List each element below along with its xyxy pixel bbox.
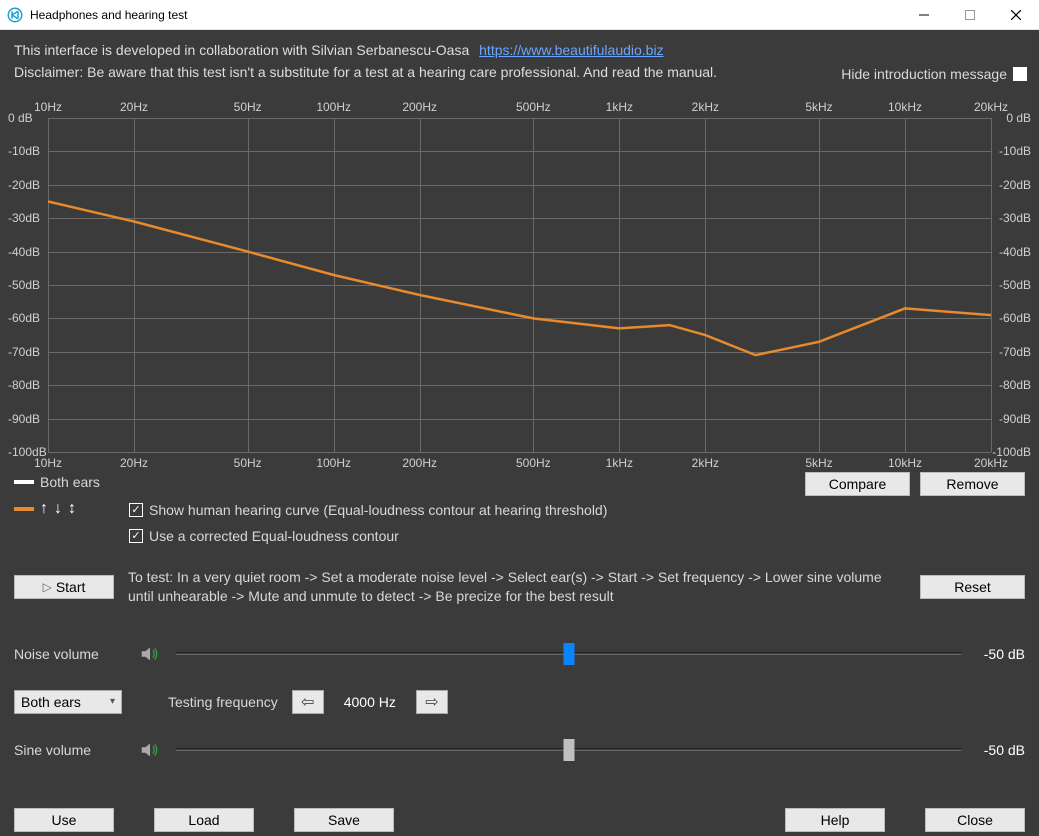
noise-volume-value: -50 dB (975, 646, 1025, 662)
frequency-prev-button[interactable]: ⇦ (292, 690, 324, 714)
x-tick-bottom: 100Hz (316, 456, 351, 470)
legend-swatch-orange (14, 507, 34, 511)
sine-volume-label: Sine volume (14, 742, 124, 758)
y-tick-left: -50dB (8, 278, 40, 292)
window-maximize-button[interactable] (947, 0, 993, 30)
y-tick-left: -40dB (8, 245, 40, 259)
intro-block: This interface is developed in collabora… (0, 38, 1039, 96)
legend-both-ears-label: Both ears (40, 474, 100, 490)
y-tick-right: -90dB (999, 412, 1031, 426)
y-tick-right: -10dB (999, 144, 1031, 158)
y-tick-left: 0 dB (8, 111, 33, 125)
use-button[interactable]: Use (14, 808, 114, 832)
ear-select[interactable]: Both ears ▾ (14, 690, 122, 714)
show-hearing-curve-checkbox[interactable]: Show human hearing curve (Equal-loudness… (129, 502, 607, 518)
save-button[interactable]: Save (294, 808, 394, 832)
noise-volume-slider[interactable] (176, 644, 961, 664)
checkbox-icon (1013, 67, 1027, 81)
x-tick-bottom: 500Hz (516, 456, 551, 470)
x-tick-top: 10kHz (888, 100, 922, 114)
x-tick-top: 50Hz (234, 100, 262, 114)
x-tick-bottom: 10kHz (888, 456, 922, 470)
x-tick-top: 200Hz (402, 100, 437, 114)
sine-volume-slider[interactable] (176, 740, 961, 760)
x-tick-bottom: 20Hz (120, 456, 148, 470)
legend-swatch-white (14, 480, 34, 484)
reset-button[interactable]: Reset (920, 575, 1025, 599)
close-button[interactable]: Close (925, 808, 1025, 832)
remove-button[interactable]: Remove (920, 472, 1025, 496)
instructions-text: To test: In a very quiet room -> Set a m… (128, 568, 898, 606)
x-tick-top: 20Hz (120, 100, 148, 114)
y-tick-right: -60dB (999, 311, 1031, 325)
y-tick-right: 0 dB (1006, 111, 1031, 125)
x-tick-top: 10Hz (34, 100, 62, 114)
y-tick-right: -20dB (999, 178, 1031, 192)
y-tick-left: -70dB (8, 345, 40, 359)
checkbox-checked-icon (129, 503, 143, 517)
x-tick-top: 100Hz (316, 100, 351, 114)
window-minimize-button[interactable] (901, 0, 947, 30)
slider-thumb[interactable] (563, 739, 574, 761)
intro-collab-text: This interface is developed in collabora… (14, 42, 469, 58)
y-tick-right: -100dB (992, 445, 1031, 459)
use-corrected-label: Use a corrected Equal-loudness contour (149, 528, 399, 544)
x-tick-bottom: 2kHz (692, 456, 719, 470)
frequency-value: 4000 Hz (338, 694, 402, 710)
window-close-button[interactable] (993, 0, 1039, 30)
x-tick-top: 20kHz (974, 100, 1008, 114)
window-title: Headphones and hearing test (30, 8, 187, 22)
app-icon (6, 6, 24, 24)
y-tick-left: -90dB (8, 412, 40, 426)
x-tick-top: 1kHz (606, 100, 633, 114)
chevron-down-icon: ▾ (110, 696, 115, 707)
start-button-label: Start (56, 579, 86, 595)
speaker-icon[interactable] (138, 642, 162, 666)
y-tick-right: -30dB (999, 211, 1031, 225)
play-icon: ▷ (43, 580, 52, 594)
arrow-up-icon: ↑ (40, 500, 48, 518)
legend-curve: ↑ ↓ ↕ (14, 500, 129, 518)
ear-select-value: Both ears (21, 694, 81, 710)
sine-volume-value: -50 dB (975, 742, 1025, 758)
intro-link[interactable]: https://www.beautifulaudio.biz (479, 42, 663, 58)
start-button[interactable]: ▷ Start (14, 575, 114, 599)
arrow-down-icon: ↓ (54, 500, 62, 518)
y-tick-left: -20dB (8, 178, 40, 192)
checkbox-checked-icon (129, 529, 143, 543)
legend-both-ears: Both ears (14, 474, 129, 490)
y-tick-left: -100dB (8, 445, 47, 459)
x-tick-bottom: 1kHz (606, 456, 633, 470)
x-tick-bottom: 5kHz (805, 456, 832, 470)
x-tick-top: 500Hz (516, 100, 551, 114)
hide-intro-label: Hide introduction message (841, 66, 1007, 82)
y-tick-right: -70dB (999, 345, 1031, 359)
load-button[interactable]: Load (154, 808, 254, 832)
hide-intro-checkbox[interactable]: Hide introduction message (841, 66, 1027, 82)
y-tick-left: -10dB (8, 144, 40, 158)
arrow-updown-icon: ↕ (68, 500, 76, 518)
x-tick-top: 5kHz (805, 100, 832, 114)
y-tick-right: -40dB (999, 245, 1031, 259)
y-tick-left: -30dB (8, 211, 40, 225)
y-tick-left: -60dB (8, 311, 40, 325)
y-tick-left: -80dB (8, 378, 40, 392)
x-tick-bottom: 200Hz (402, 456, 437, 470)
y-tick-right: -50dB (999, 278, 1031, 292)
help-button[interactable]: Help (785, 808, 885, 832)
testing-frequency-label: Testing frequency (168, 694, 278, 710)
y-tick-right: -80dB (999, 378, 1031, 392)
window-titlebar: Headphones and hearing test (0, 0, 1039, 30)
show-hearing-curve-label: Show human hearing curve (Equal-loudness… (149, 502, 607, 518)
hearing-chart: 10Hz10Hz20Hz20Hz50Hz50Hz100Hz100Hz200Hz2… (8, 100, 1031, 470)
noise-volume-label: Noise volume (14, 646, 124, 662)
slider-thumb[interactable] (563, 643, 574, 665)
x-tick-top: 2kHz (692, 100, 719, 114)
frequency-next-button[interactable]: ⇨ (416, 690, 448, 714)
use-corrected-checkbox[interactable]: Use a corrected Equal-loudness contour (129, 528, 607, 544)
speaker-icon[interactable] (138, 738, 162, 762)
compare-button[interactable]: Compare (805, 472, 910, 496)
x-tick-bottom: 50Hz (234, 456, 262, 470)
